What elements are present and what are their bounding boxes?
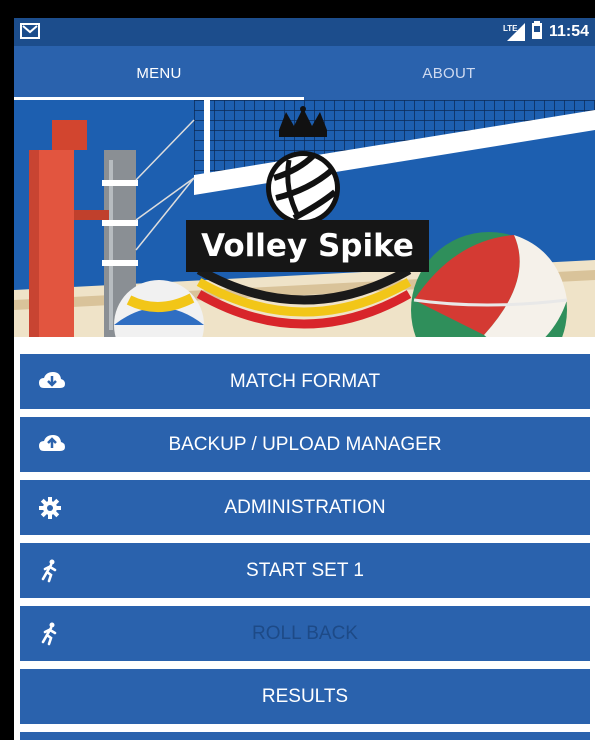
app-window: LTE 11:54 MENU ABOUT Volley Spike MATCH … — [14, 18, 595, 740]
tab-menu[interactable]: MENU — [14, 46, 304, 100]
banner-image: Volley Spike — [14, 100, 595, 337]
menu-label: ROLL BACK — [252, 622, 358, 644]
status-time: 11:54 — [548, 23, 589, 40]
match-format-button[interactable]: MATCH FORMAT — [20, 354, 590, 409]
menu-label: BACKUP / UPLOAD MANAGER — [168, 433, 442, 455]
tab-about[interactable]: ABOUT — [304, 46, 594, 100]
menu-label: MATCH FORMAT — [229, 370, 381, 392]
gmail-icon — [20, 23, 40, 39]
cloud-upload-icon — [38, 433, 65, 457]
administration-button[interactable]: ADMINISTRATION — [20, 480, 590, 535]
signal-icon: LTE — [503, 23, 525, 41]
roll-back-button[interactable]: ROLL BACK — [20, 606, 590, 661]
next-menu-button[interactable] — [20, 732, 590, 740]
results-button[interactable]: RESULTS — [20, 669, 590, 724]
svg-text:LTE: LTE — [503, 24, 518, 33]
menu-label: ADMINISTRATION — [224, 496, 386, 518]
runner-icon — [38, 559, 62, 583]
runner-icon — [38, 622, 62, 646]
start-set-button[interactable]: START SET 1 — [20, 543, 590, 598]
status-bar: LTE 11:54 — [14, 18, 595, 46]
cloud-download-icon — [38, 370, 65, 394]
tab-bar: MENU ABOUT — [14, 46, 595, 100]
menu-label: START SET 1 — [246, 559, 364, 581]
menu-label: RESULTS — [261, 685, 349, 707]
banner-logo-text: Volley Spike — [201, 228, 414, 264]
gear-icon — [38, 496, 62, 520]
battery-icon — [531, 20, 543, 44]
menu-list: MATCH FORMAT BACKUP / UPLOAD MANAGER ADM… — [14, 337, 595, 740]
backup-upload-manager-button[interactable]: BACKUP / UPLOAD MANAGER — [20, 417, 590, 472]
